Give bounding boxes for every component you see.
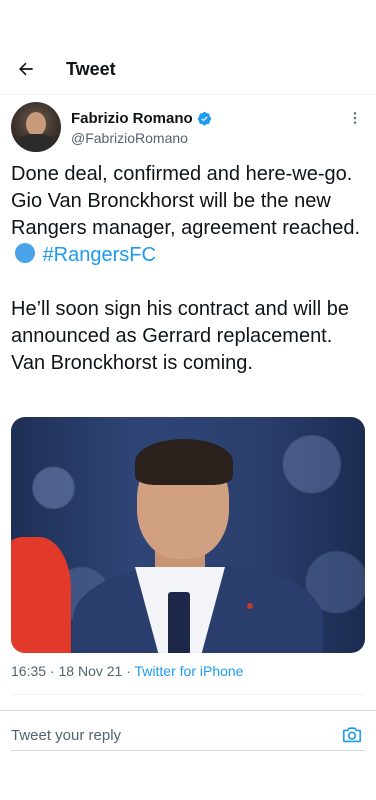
blue-circle-emoji: [15, 243, 35, 263]
divider: [11, 694, 365, 695]
tweet-text: Done deal, confirmed and here-we-go. Gio…: [11, 161, 362, 377]
avatar[interactable]: [11, 102, 61, 152]
tweet-author: Fabrizio Romano @FabrizioRomano: [11, 102, 365, 158]
reply-bar: Tweet your reply: [0, 710, 376, 759]
tweet-paragraph-1: Done deal, confirmed and here-we-go. Gio…: [11, 161, 362, 269]
top-bar: Tweet: [0, 44, 376, 95]
verified-badge-icon: [197, 111, 211, 126]
more-vertical-icon: [353, 112, 357, 124]
arrow-left-icon: [19, 62, 33, 76]
tweet-paragraph-2: He’ll soon sign his contract and will be…: [11, 298, 349, 374]
tweet-paragraph-1-text: Done deal, confirmed and here-we-go. Gio…: [11, 163, 361, 239]
tweet-timestamp: 16:35 · 18 Nov 21 · Twitter for iPhone: [11, 663, 244, 679]
camera-button[interactable]: [337, 720, 367, 750]
author-meta: Fabrizio Romano @FabrizioRomano: [71, 98, 212, 158]
reply-underline: [11, 750, 365, 751]
tweet-source-link[interactable]: Twitter for iPhone: [135, 663, 244, 679]
more-options-button[interactable]: [347, 110, 363, 130]
camera-icon: [342, 727, 362, 743]
back-button[interactable]: [0, 44, 52, 94]
page-title: Tweet: [66, 58, 116, 79]
tweet-date[interactable]: 18 Nov 21: [59, 663, 123, 679]
author-handle[interactable]: @FabrizioRomano: [71, 130, 212, 146]
author-name[interactable]: Fabrizio Romano: [71, 110, 193, 127]
reply-input[interactable]: Tweet your reply: [11, 727, 337, 744]
tweet-time[interactable]: 16:35: [11, 663, 46, 679]
hashtag-link[interactable]: #RangersFC: [43, 244, 156, 266]
tweet-photo[interactable]: [11, 417, 365, 653]
